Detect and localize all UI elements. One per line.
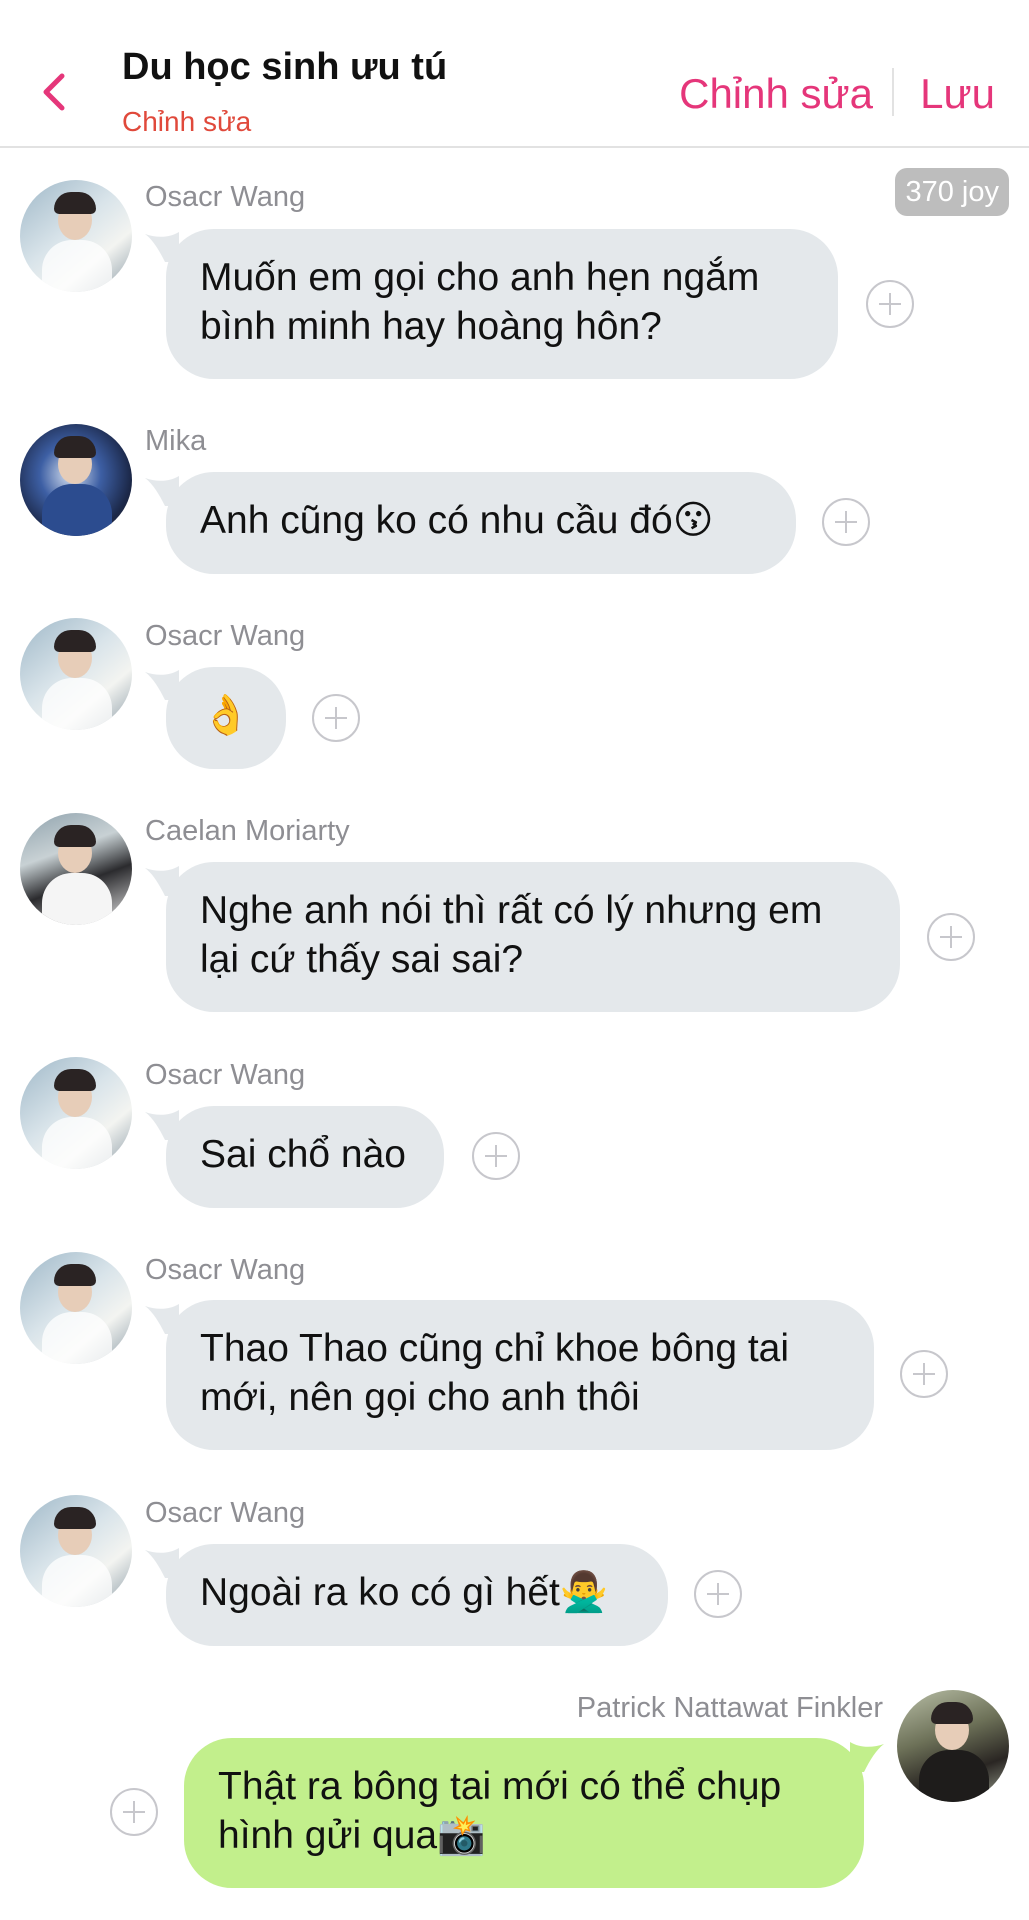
message-text: Thật ra bông tai mới có thể chụp [218,1765,782,1808]
sender-name: Osacr Wang [145,1059,306,1091]
message-bubble[interactable]: Ngoài ra ko có gì hết🙅‍♂️ [166,1544,668,1646]
avatar[interactable] [20,424,132,536]
avatar[interactable] [20,618,132,730]
avatar[interactable] [20,813,132,925]
avatar[interactable] [20,1495,132,1607]
sender-name: Osacr Wang [145,620,306,652]
message-text: Muốn em gọi cho anh hẹn ngắm [200,256,760,299]
sender-name: Osacr Wang [145,1254,306,1286]
ok-hand-emoji: 👌 [201,693,251,738]
message-bubble[interactable]: Sai chổ nào [166,1106,444,1208]
add-reaction-button[interactable] [312,694,360,742]
message-bubble[interactable]: Nghe anh nói thì rất có lý nhưng em lại … [166,862,900,1012]
add-reaction-button[interactable] [694,1570,742,1618]
add-reaction-button[interactable] [472,1132,520,1180]
chat-header: Du học sinh ưu tú Chỉnh sửa Chỉnh sửa Lư… [0,0,1029,148]
message-bubble[interactable]: Thật ra bông tai mới có thể chụp hình gử… [184,1738,864,1888]
avatar[interactable] [20,1252,132,1364]
add-reaction-button[interactable] [110,1788,158,1836]
joy-points-badge: 370 joy [895,168,1009,216]
sender-name: Caelan Moriarty [145,815,350,847]
avatar[interactable] [20,1057,132,1169]
avatar[interactable] [897,1690,1009,1802]
save-button[interactable]: Lưu [920,70,995,118]
sender-name: Osacr Wang [145,1497,306,1529]
chevron-left-icon [43,73,65,111]
message-text: Thao Thao cũng chỉ khoe bông tai [200,1327,790,1370]
message-bubble[interactable]: Muốn em gọi cho anh hẹn ngắm bình minh h… [166,229,838,379]
add-reaction-button[interactable] [900,1350,948,1398]
camera-flash-emoji: 📸 [437,1813,486,1858]
message-text: hình gửi qua [218,1814,438,1857]
chat-title: Du học sinh ưu tú [122,46,448,88]
sender-name: Patrick Nattawat Finkler [576,1692,883,1724]
edit-button[interactable]: Chỉnh sửa [679,70,873,118]
header-divider [892,68,894,116]
message-bubble[interactable]: 👌 [166,667,286,769]
message-text: Sai chổ nào [200,1133,406,1176]
avatar[interactable] [20,180,132,292]
message-bubble[interactable]: Thao Thao cũng chỉ khoe bông tai mới, nê… [166,1300,874,1450]
back-button[interactable] [36,70,76,114]
message-text: mới, nên gọi cho anh thôi [200,1376,640,1419]
message-bubble[interactable]: Anh cũng ko có nhu cầu đó😗 [166,472,796,574]
add-reaction-button[interactable] [866,280,914,328]
chat-subtitle[interactable]: Chỉnh sửa [122,106,251,138]
add-reaction-button[interactable] [822,498,870,546]
sender-name: Osacr Wang [145,181,306,213]
sender-name: Mika [145,425,207,457]
message-text: Ngoài ra ko có gì hết [200,1571,560,1614]
kissing-face-emoji: 😗 [672,498,714,543]
add-reaction-button[interactable] [927,913,975,961]
message-text: Anh cũng ko có nhu cầu đó [200,499,673,542]
message-text: lại cứ thấy sai sai? [200,938,524,981]
person-gesturing-no-emoji: 🙅‍♂️ [559,1570,609,1615]
message-text: bình minh hay hoàng hôn? [200,305,662,348]
message-text: Nghe anh nói thì rất có lý nhưng em [200,889,823,932]
